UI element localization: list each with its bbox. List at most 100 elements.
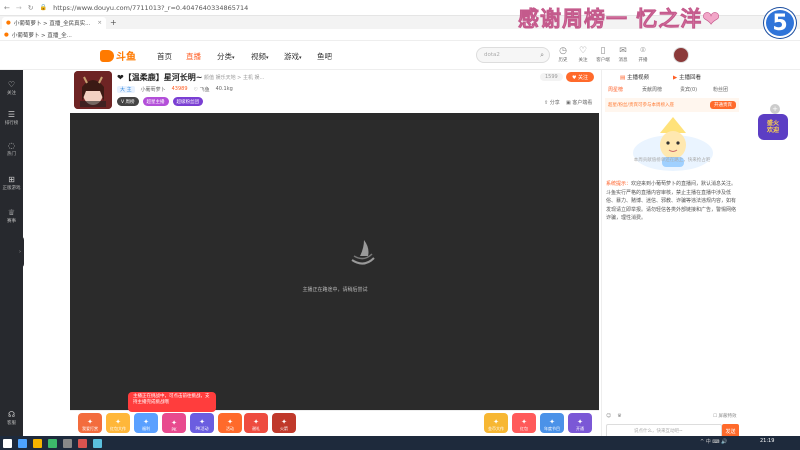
gift-label: 开通 — [576, 426, 584, 431]
nav-home[interactable]: 首页 — [157, 51, 172, 62]
tab-weekly-star[interactable]: 周星榜 — [608, 86, 623, 93]
gift-item[interactable]: ✦ 谢礼 — [244, 413, 268, 433]
thanks-overlay-text: 感谢周榜一 忆之洋❤ — [518, 7, 721, 32]
nav-fishbar[interactable]: 鱼吧 — [317, 51, 332, 62]
close-tab-icon[interactable]: × — [97, 20, 102, 26]
tab-title: 小葡萄萝卜 > 直播_全民真实... — [13, 20, 91, 27]
gift-label: 红包大作 — [110, 426, 126, 431]
fire-icon: ◌ — [8, 141, 15, 150]
tab-fan-club[interactable]: 粉丝团 — [713, 86, 728, 93]
mascot-caption: 本周贡献值榜单还在路上，快来抢占吧 — [633, 158, 711, 163]
fans-badge-icon[interactable]: ♛ — [617, 413, 621, 419]
room-category[interactable]: 颜值 娱乐天地 > 主机 娱... — [204, 74, 264, 81]
weekly-rank-badge[interactable]: V 周榜 — [117, 97, 139, 106]
sidebar-item-events[interactable]: ♕ 赛事 — [0, 208, 23, 224]
gift-label: 红包 — [520, 426, 528, 431]
room-title: ❤【温柔鹿】星河长明~ — [117, 73, 203, 82]
gift-item[interactable]: ✦ 开通 — [568, 413, 592, 433]
weight-label: 40.1kg — [215, 86, 233, 92]
gift-item[interactable]: ✦ 福利 — [134, 413, 158, 433]
tab-vip[interactable]: 贵宾(0) — [680, 86, 697, 93]
chevron-down-icon: ▾ — [299, 55, 302, 61]
sidebar-item-rank[interactable]: ☰ 排行榜 — [0, 110, 23, 126]
fan-club-badge[interactable]: 超级粉丝团 — [172, 97, 204, 106]
emoji-icon[interactable]: ☺ — [606, 413, 611, 419]
headset-icon: ☊ — [7, 410, 16, 419]
video-player[interactable] — [70, 113, 599, 410]
taskbar-browser-icon[interactable] — [48, 438, 57, 448]
anchor-level-badge: 大 主 — [117, 86, 135, 93]
taskbar-app-icon[interactable] — [63, 438, 72, 448]
right-panel-header: ▤ 主播视频 ▶ 主播回看 — [620, 73, 701, 81]
gift-item[interactable]: ✦ 年度节目 — [540, 413, 564, 433]
site-logo[interactable]: 斗鱼 — [100, 48, 136, 63]
gift-item[interactable]: ✦ 火箭 — [272, 413, 296, 433]
gift-label: PK — [171, 427, 177, 432]
streamer-avatar[interactable] — [74, 71, 112, 109]
taskbar-app-icon[interactable] — [18, 438, 27, 448]
sidebar-item-follow[interactable]: ♡ 关注 — [0, 80, 23, 96]
sidebar-collapse-button[interactable]: › — [16, 236, 24, 268]
nav-video[interactable]: 视频▾ — [251, 51, 269, 62]
refresh-icon[interactable]: ↻ — [28, 4, 34, 12]
follow-button[interactable]: ♥ 关注 — [566, 72, 594, 82]
url-text[interactable]: https://www.douyu.com/7711013?_r=0.40476… — [53, 4, 248, 12]
history-icon[interactable]: ◷ 历史 — [554, 46, 572, 63]
taskbar-app-icon[interactable] — [93, 438, 102, 448]
tab-contribution[interactable]: 贡献周榜 — [642, 86, 662, 93]
windows-start-icon[interactable] — [3, 438, 12, 448]
trophy-icon: ♕ — [7, 208, 16, 217]
search-input[interactable]: dota2 ⌕ — [476, 47, 550, 63]
location-icon[interactable]: ⌾ 开播 — [634, 46, 652, 63]
nav-live[interactable]: 直播 — [186, 51, 201, 62]
gift-item[interactable]: ✦ 金币大作 — [484, 413, 508, 433]
back-icon[interactable]: ← — [4, 4, 10, 12]
nav-game[interactable]: 游戏▾ — [284, 51, 302, 62]
search-icon[interactable]: ⌕ — [540, 51, 544, 60]
gift-item[interactable]: ✦ 我爱打赏 — [78, 413, 102, 433]
add-icon[interactable]: + — [770, 104, 780, 114]
user-avatar[interactable] — [673, 47, 689, 63]
sidebar-item-games[interactable]: ⊞ 正版游戏 — [0, 175, 23, 191]
promo-tooltip[interactable]: 主播正在挑战中，可点击前往挑战，支持主播完成挑战哦 — [128, 392, 216, 412]
browser-tab[interactable]: ● 小葡萄萝卜 > 直播_全民真实... × — [2, 16, 107, 29]
player-status-message: 主播正在路途中，请稍后尝试 — [302, 287, 368, 293]
gift-icon: ✦ — [577, 418, 583, 426]
taskbar-app-icon[interactable] — [78, 438, 87, 448]
gift-label: 年度节目 — [544, 426, 560, 431]
gift-icon: ✦ — [199, 418, 205, 426]
checkbox-icon: ☐ — [713, 414, 718, 419]
system-tray[interactable]: ^ 中 ⌨ 🔊 — [700, 438, 727, 445]
share-button[interactable]: ⇪ 分享 — [544, 99, 560, 106]
open-vip-button[interactable]: 开通贵宾 — [710, 101, 736, 109]
gift-icon: ✦ — [115, 418, 121, 426]
gift-item[interactable]: ✦ 红包 — [512, 413, 536, 433]
anchor-replay-link[interactable]: ▶ 主播回看 — [673, 73, 701, 81]
bell-icon[interactable]: ✉ 消息 — [614, 46, 632, 63]
gift-item[interactable]: ✦ PK — [162, 413, 186, 433]
gift-item[interactable]: ✦ 活动 — [218, 413, 242, 433]
client-watch-button[interactable]: ▣ 客户端看 — [566, 99, 592, 106]
streamer-name[interactable]: 小葡萄萝卜 — [141, 86, 166, 93]
fly-fish-label: ♡ 飞鱼 — [193, 87, 210, 93]
new-tab-button[interactable]: + — [106, 17, 121, 29]
forward-icon[interactable]: → — [16, 4, 22, 12]
taskbar-folder-icon[interactable] — [33, 438, 42, 448]
follow-icon[interactable]: ♡ 关注 — [574, 46, 592, 63]
sidebar-item-hot[interactable]: ◌ 热门 — [0, 141, 23, 157]
super-star-badge[interactable]: 超星主播 — [142, 97, 169, 106]
favicon-icon: ● — [4, 31, 9, 38]
room-meta: 大 主 小葡萄萝卜 43989 ♡ 飞鱼 40.1kg — [117, 86, 233, 93]
anchor-video-link[interactable]: ▤ 主播视频 — [620, 73, 649, 81]
nav-category[interactable]: 分类▾ — [217, 51, 235, 62]
taskbar-clock[interactable]: 21:19 — [760, 438, 774, 444]
block-effects-toggle[interactable]: ☐ 屏蔽特效 — [713, 413, 736, 419]
sidebar-item-service[interactable]: ☊ 客服 — [0, 410, 23, 426]
floating-promo-badge[interactable]: 盛火 欢迎 — [758, 114, 788, 140]
gift-item[interactable]: ✦ PK活动 — [190, 413, 214, 433]
gift-label: 火箭 — [280, 426, 288, 431]
mobile-icon[interactable]: ▯ 客户端 — [594, 46, 612, 63]
gift-item[interactable]: ✦ 红包大作 — [106, 413, 130, 433]
gift-label: 活动 — [226, 426, 234, 431]
gift-icon: ✦ — [281, 418, 287, 426]
